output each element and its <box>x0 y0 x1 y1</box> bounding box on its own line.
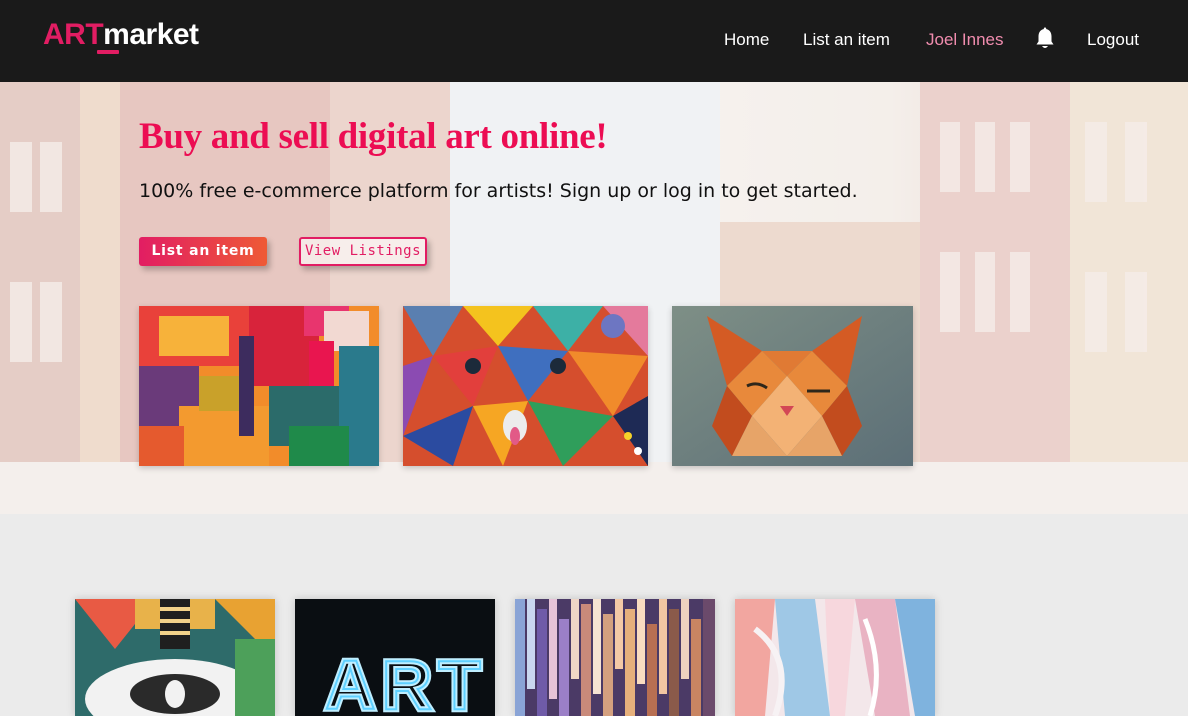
nav-home-link[interactable]: Home <box>724 29 769 51</box>
hero-image-abstract-painting[interactable] <box>139 306 379 466</box>
hero-title: Buy and sell digital art online! <box>139 116 608 157</box>
listing-card[interactable] <box>515 599 715 716</box>
listing-card[interactable] <box>735 599 935 716</box>
logo[interactable]: ARTmarket <box>43 18 199 52</box>
nav-logout-link[interactable]: Logout <box>1087 29 1139 51</box>
logo-underline <box>97 50 119 54</box>
logo-art-text: ART <box>43 18 104 51</box>
hero-image-low-poly-cat[interactable] <box>672 306 913 466</box>
bell-icon[interactable] <box>1034 27 1056 51</box>
hero-image-geometric-bear[interactable] <box>403 306 648 466</box>
view-listings-button[interactable]: View Listings <box>299 237 427 266</box>
nav-list-item-link[interactable]: List an item <box>803 29 890 51</box>
nav-user-link[interactable]: Joel Innes <box>926 29 1004 51</box>
svg-text:ART: ART <box>325 646 487 716</box>
listing-card[interactable]: ART ART <box>295 599 495 716</box>
hero-subtitle: 100% free e-commerce platform for artist… <box>139 180 858 202</box>
listing-card[interactable] <box>75 599 275 716</box>
list-item-button[interactable]: List an item <box>139 237 267 266</box>
logo-market-text: market <box>103 18 199 51</box>
top-navbar: ARTmarket Home List an item Joel Innes L… <box>0 0 1188 82</box>
